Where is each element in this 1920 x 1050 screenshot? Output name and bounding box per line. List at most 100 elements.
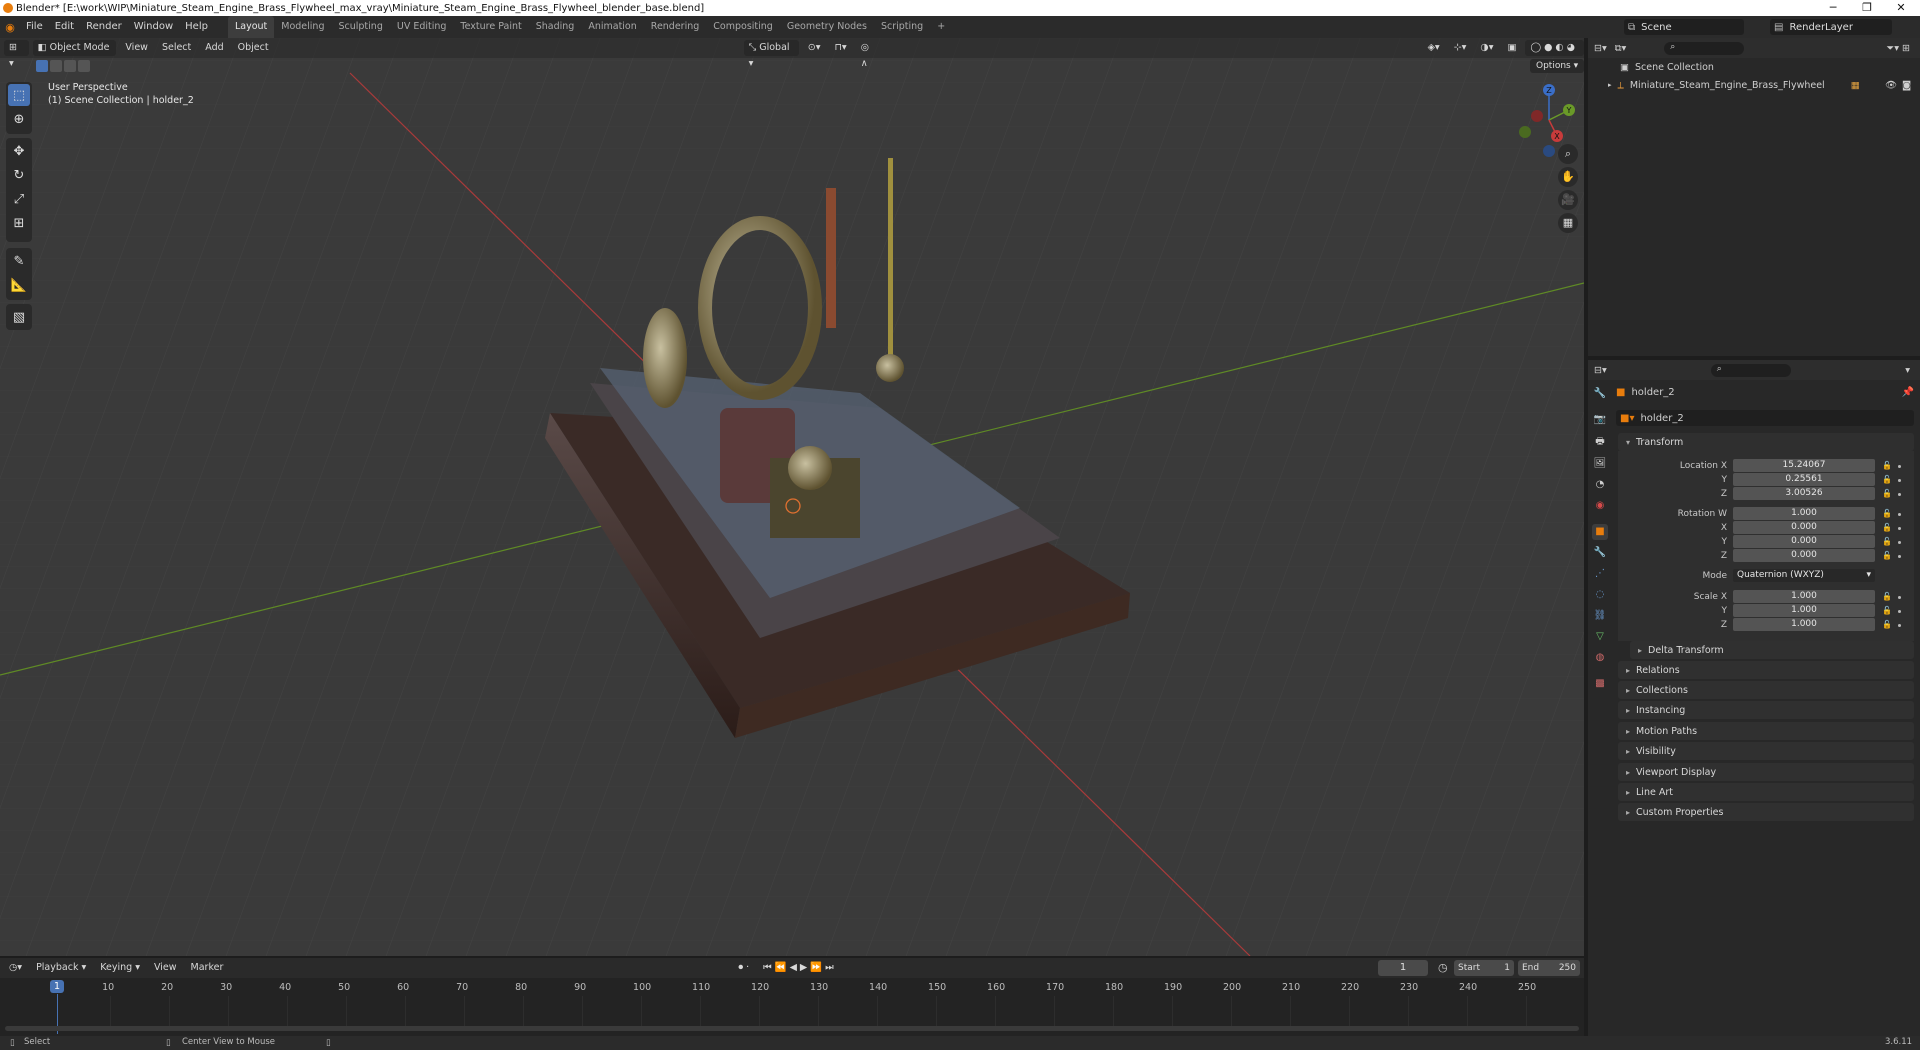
move-tool-icon[interactable]: ✥	[8, 140, 30, 162]
select-subtract-icon[interactable]	[64, 60, 76, 72]
shading-mode-icons[interactable]: ◯ ● ◐ ◕ ▾	[1525, 40, 1584, 69]
measure-tool-icon[interactable]: 📐	[8, 274, 30, 296]
keyframe-dot-icon[interactable]	[1898, 465, 1901, 468]
lock-icon[interactable]: 🔓	[1882, 461, 1892, 470]
lock-icon[interactable]: 🔓	[1882, 551, 1892, 560]
scene-tab-icon[interactable]: ◔	[1592, 477, 1608, 493]
keyframe-dot-icon[interactable]	[1898, 541, 1901, 544]
rotate-tool-icon[interactable]: ↻	[8, 164, 30, 186]
menu-timeline-view[interactable]: View	[149, 960, 182, 976]
tab-texture-paint[interactable]: Texture Paint	[453, 16, 528, 38]
pivot-icon[interactable]: ⊙▾	[803, 40, 826, 56]
lock-icon[interactable]: 🔓	[1882, 620, 1892, 629]
display-mode-icon[interactable]: ⧉▾	[1615, 43, 1627, 54]
custom-properties-section[interactable]: ▸ Custom Properties	[1618, 803, 1914, 821]
collections-section[interactable]: ▸ Collections	[1618, 681, 1914, 699]
lock-icon[interactable]: 🔓	[1882, 489, 1892, 498]
scale-tool-icon[interactable]: ⤢	[8, 188, 30, 210]
expand-arrow-icon[interactable]: ▸	[1608, 81, 1612, 89]
object-name-field[interactable]: ■▾ holder_2	[1616, 410, 1914, 426]
motion-paths-section[interactable]: ▸ Motion Paths	[1618, 722, 1914, 740]
lock-icon[interactable]: 🔓	[1882, 537, 1892, 546]
rotation-w-field[interactable]: 1.000	[1733, 507, 1875, 520]
camera-view-icon[interactable]: 🎥	[1558, 190, 1578, 210]
object-browse-icon[interactable]: ■▾	[1620, 413, 1634, 424]
constraints-tab-icon[interactable]: ⛓	[1592, 608, 1608, 624]
maximize-button[interactable]: ❐	[1850, 0, 1884, 16]
menu-marker[interactable]: Marker	[186, 960, 229, 976]
timeline-scrollbar[interactable]	[5, 1026, 1579, 1031]
add-workspace-button[interactable]: +	[930, 16, 952, 38]
clock-icon[interactable]: ◷	[1438, 960, 1448, 976]
overlay-toggle-icon[interactable]: ◑▾	[1475, 40, 1498, 56]
view-layer-selector[interactable]: ▤ RenderLayer	[1770, 19, 1892, 35]
keyframe-dot-icon[interactable]	[1898, 493, 1901, 496]
tab-geometry-nodes[interactable]: Geometry Nodes	[780, 16, 874, 38]
delta-transform-section[interactable]: ▸ Delta Transform	[1630, 641, 1914, 659]
view-layer-tab-icon[interactable]: 🖼	[1592, 456, 1608, 472]
xray-icon[interactable]: ▣	[1502, 40, 1521, 56]
select-extend-icon[interactable]	[50, 60, 62, 72]
object-name-row[interactable]: ■ holder_2 📌	[1614, 384, 1914, 400]
tab-sculpting[interactable]: Sculpting	[331, 16, 389, 38]
menu-playback[interactable]: Playback ▾	[31, 960, 91, 976]
data-tab-icon[interactable]: ▽	[1592, 629, 1608, 645]
menu-select[interactable]: Select	[157, 40, 196, 56]
gizmo-neg-y-icon[interactable]	[1519, 126, 1531, 138]
rotation-x-field[interactable]: 0.000	[1733, 521, 1875, 534]
record-icon[interactable]: ⏺ ·	[733, 960, 754, 976]
scale-y-field[interactable]: 1.000	[1733, 604, 1875, 617]
pan-hand-icon[interactable]: ✋	[1558, 167, 1578, 187]
menu-add[interactable]: Add	[200, 40, 228, 56]
camera-render-icon[interactable]: ◙	[1902, 80, 1911, 91]
keyframe-dot-icon[interactable]	[1898, 513, 1901, 516]
editor-type-button[interactable]: ⊞ ▾	[4, 40, 29, 69]
snap-icon[interactable]: ⊓▾	[830, 40, 852, 56]
add-cube-tool-icon[interactable]: ▧	[8, 306, 30, 328]
rotation-mode-dropdown[interactable]: Quaternion (WXYZ) ▾	[1733, 569, 1875, 582]
menu-keying[interactable]: Keying ▾	[95, 960, 145, 976]
tab-compositing[interactable]: Compositing	[706, 16, 780, 38]
minimize-button[interactable]: ─	[1816, 0, 1850, 16]
select-box-tool-icon[interactable]: ⬚	[8, 84, 30, 106]
object-tab-icon[interactable]: ■	[1592, 524, 1608, 540]
close-button[interactable]: ✕	[1884, 0, 1918, 16]
world-tab-icon[interactable]: ◉	[1592, 498, 1608, 514]
select-new-icon[interactable]	[36, 60, 48, 72]
visibility-section[interactable]: ▸ Visibility	[1618, 742, 1914, 760]
tab-modeling[interactable]: Modeling	[274, 16, 331, 38]
instancing-section[interactable]: ▸ Instancing	[1618, 701, 1914, 719]
scale-z-field[interactable]: 1.000	[1733, 618, 1875, 631]
filter-icon[interactable]: ⏷▾ ⊞	[1887, 43, 1910, 54]
menu-edit[interactable]: Edit	[49, 16, 80, 38]
keyframe-dot-icon[interactable]	[1898, 479, 1901, 482]
scale-x-field[interactable]: 1.000	[1733, 590, 1875, 603]
tool-tab-icon[interactable]: 🔧	[1592, 386, 1608, 402]
keyframe-dot-icon[interactable]	[1898, 527, 1901, 530]
3d-viewport[interactable]: Z Y X	[0, 38, 1584, 956]
outliner-item[interactable]: ▸ ⟂ Miniature_Steam_Engine_Brass_Flywhee…	[1588, 76, 1920, 94]
render-tab-icon[interactable]: 📷	[1592, 412, 1608, 428]
lock-icon[interactable]: 🔓	[1882, 606, 1892, 615]
end-frame-field[interactable]: End 250	[1518, 960, 1580, 976]
cursor-tool-icon[interactable]: ⊕	[8, 108, 30, 130]
keyframe-dot-icon[interactable]	[1898, 555, 1901, 558]
tab-uv-editing[interactable]: UV Editing	[390, 16, 454, 38]
tab-layout[interactable]: Layout	[227, 16, 275, 38]
proportional-edit-icon[interactable]: ◎ ∧	[856, 40, 883, 69]
tab-scripting[interactable]: Scripting	[874, 16, 930, 38]
tab-rendering[interactable]: Rendering	[644, 16, 707, 38]
properties-search-input[interactable]: ⌕	[1710, 363, 1791, 377]
eye-icon[interactable]: 👁	[1885, 80, 1897, 91]
material-tab-icon[interactable]: ◍	[1592, 650, 1608, 666]
menu-object[interactable]: Object	[233, 40, 274, 56]
pin-icon[interactable]: 📌	[1902, 387, 1914, 398]
menu-file[interactable]: File	[20, 16, 49, 38]
properties-editor-type-icon[interactable]: ⊟▾	[1594, 365, 1607, 376]
lock-icon[interactable]: 🔓	[1882, 509, 1892, 518]
viewport-display-section[interactable]: ▸ Viewport Display	[1618, 763, 1914, 781]
gizmo-neg-x-icon[interactable]	[1531, 110, 1543, 122]
menu-view[interactable]: View	[120, 40, 153, 56]
rotation-z-field[interactable]: 0.000	[1733, 549, 1875, 562]
tab-animation[interactable]: Animation	[581, 16, 643, 38]
